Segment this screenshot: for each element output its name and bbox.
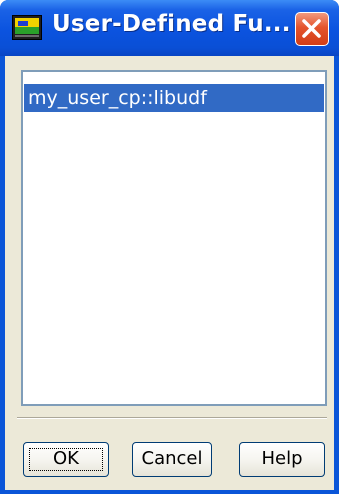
dialog-window: User-Defined Fu... my_user_cp::libudf OK…	[0, 0, 339, 494]
title-bar[interactable]: User-Defined Fu...	[0, 0, 339, 56]
separator	[17, 417, 327, 419]
list-item-selected[interactable]: my_user_cp::libudf	[24, 84, 324, 112]
close-x-icon	[302, 19, 321, 38]
close-button[interactable]	[295, 12, 329, 46]
cancel-button-label: Cancel	[141, 448, 203, 469]
cancel-button[interactable]: Cancel	[132, 442, 212, 477]
dialog-body: my_user_cp::libudf OK Cancel Help	[5, 56, 334, 490]
ok-button-label: OK	[53, 448, 79, 469]
window-title: User-Defined Fu...	[52, 11, 291, 37]
ok-button[interactable]: OK	[23, 442, 109, 477]
fluent-app-icon	[12, 15, 42, 40]
udf-list[interactable]: my_user_cp::libudf	[21, 70, 327, 406]
help-button[interactable]: Help	[239, 442, 325, 477]
help-button-label: Help	[261, 448, 303, 469]
